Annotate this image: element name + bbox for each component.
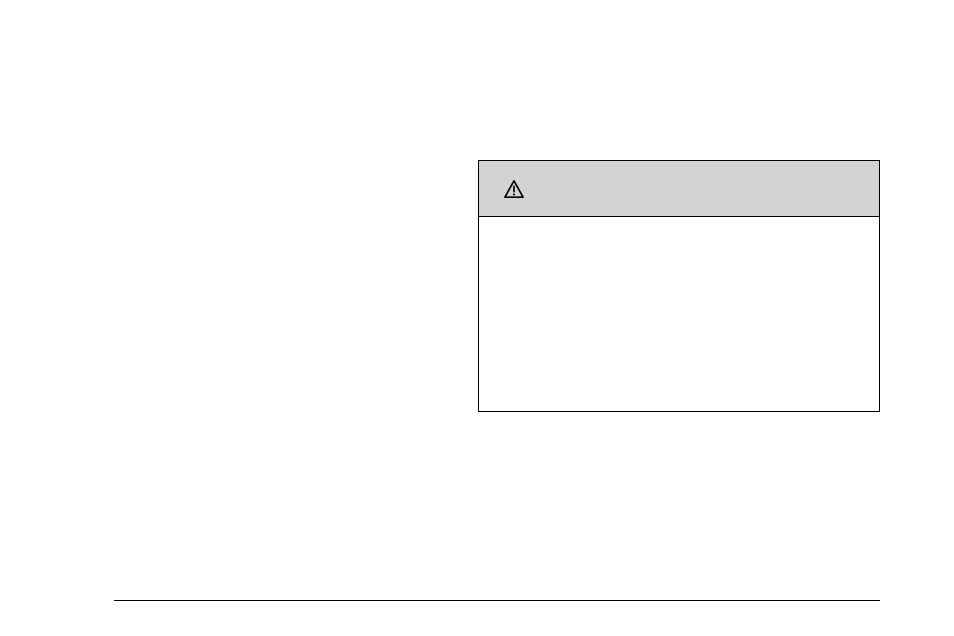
footer-divider [114, 600, 880, 601]
caution-body [479, 217, 879, 241]
caution-header [479, 161, 879, 217]
warning-triangle-icon [503, 179, 525, 199]
caution-box [478, 160, 880, 412]
